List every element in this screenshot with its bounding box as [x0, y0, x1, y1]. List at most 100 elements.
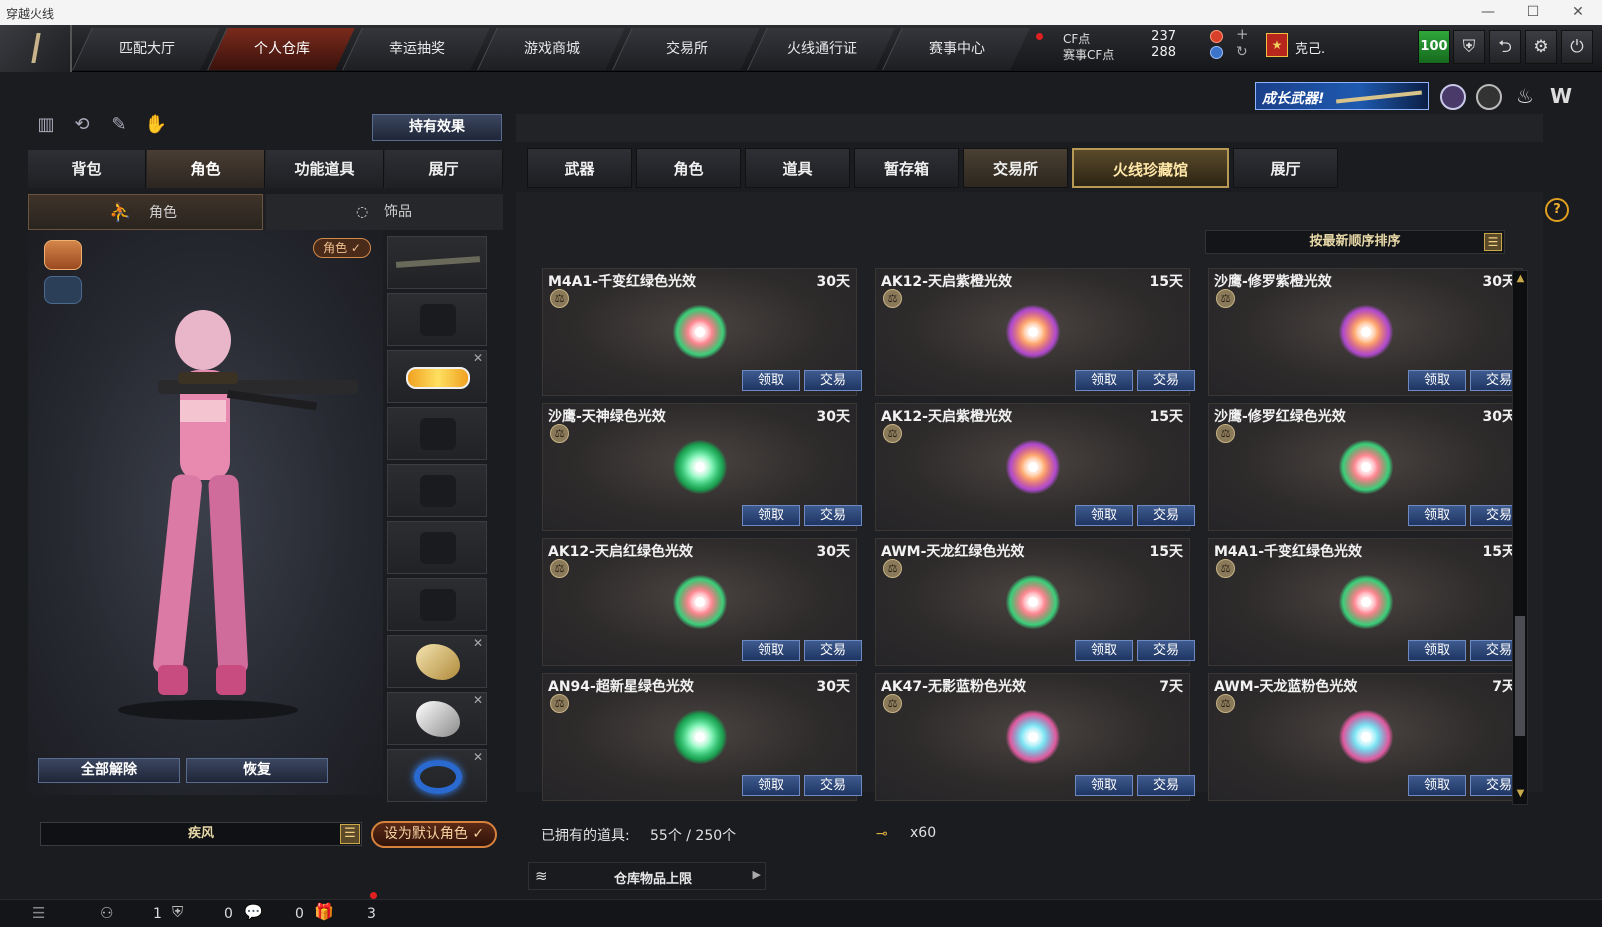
nav-tab-shop[interactable]: 游戏商城 — [477, 28, 625, 70]
slot-backpack[interactable] — [387, 464, 487, 517]
item-card[interactable]: AWM-天龙红绿色光效 15天 ⚖ 领取 交易 — [875, 538, 1195, 666]
nav-tab-events[interactable]: 赛事中心 — [882, 28, 1030, 70]
slot-helmet[interactable] — [387, 293, 487, 346]
item-card[interactable]: AK12-天启紫橙光效 15天 ⚖ 领取 交易 — [875, 268, 1195, 396]
slot-remove-icon[interactable]: ✕ — [473, 351, 483, 365]
tab-showroom[interactable]: 展厅 — [385, 150, 503, 188]
tab-storage-box[interactable]: 暂存箱 — [854, 148, 959, 188]
tab-characters[interactable]: 角色 — [636, 148, 741, 188]
minimize-icon[interactable]: — — [1470, 2, 1506, 22]
tab-functional-items[interactable]: 功能道具 — [266, 150, 384, 188]
tab-weapons[interactable]: 武器 — [527, 148, 632, 188]
set-default-character-button[interactable]: 设为默认角色 ✓ — [371, 821, 497, 848]
warehouse-capacity-button[interactable]: ≋ 仓库物品上限 ▶ — [528, 862, 766, 890]
trade-button[interactable]: 交易 — [1137, 370, 1195, 391]
close-icon[interactable]: ✕ — [1560, 2, 1596, 22]
slot-vest[interactable] — [387, 407, 487, 460]
character-edit-icon[interactable]: ✎ — [106, 114, 132, 140]
nav-tab-battle-pass[interactable]: 火线通行证 — [747, 28, 895, 70]
item-card[interactable]: AK47-无影蓝粉色光效 7天 ⚖ 领取 交易 — [875, 673, 1195, 801]
scroll-up-icon[interactable]: ▲ — [1515, 273, 1526, 287]
power-icon[interactable]: ⏻ — [1561, 30, 1593, 64]
tab-showroom-right[interactable]: 展厅 — [1233, 148, 1338, 188]
claim-button[interactable]: 领取 — [1075, 505, 1133, 526]
item-card[interactable]: 沙鹰-修罗红绿色光效 30天 ⚖ 领取 交易 — [1208, 403, 1528, 531]
nav-tab-lucky-draw[interactable]: 幸运抽奖 — [342, 28, 490, 70]
tab-items[interactable]: 道具 — [745, 148, 850, 188]
gem-icon[interactable] — [1440, 84, 1466, 110]
history-icon[interactable]: ⟲ — [69, 114, 95, 140]
claim-button[interactable]: 领取 — [1408, 505, 1466, 526]
item-card[interactable]: 沙鹰-修罗紫橙光效 30天 ⚖ 领取 交易 — [1208, 268, 1528, 396]
vip-icon[interactable]: W — [1548, 84, 1574, 110]
claim-button[interactable]: 领取 — [1408, 775, 1466, 796]
tab-collection-hall[interactable]: 火线珍藏馆 — [1072, 148, 1229, 188]
trade-button[interactable]: 交易 — [804, 640, 862, 661]
slot-pendant-silver[interactable]: ✕ — [387, 692, 487, 745]
item-scrollbar[interactable]: ▲ ▼ — [1512, 270, 1528, 805]
maximize-icon[interactable]: ☐ — [1515, 2, 1551, 22]
clan-shield-icon[interactable]: ⛨ — [172, 903, 183, 921]
slot-remove-icon[interactable]: ✕ — [473, 750, 483, 764]
slot-primary-weapon[interactable] — [387, 236, 487, 289]
scroll-down-icon[interactable]: ▼ — [1515, 788, 1526, 802]
level-indicator[interactable]: 100 — [1418, 30, 1450, 64]
menu-list-icon[interactable]: ☰ — [340, 824, 360, 844]
scroll-thumb[interactable] — [1515, 616, 1525, 736]
friends-icon[interactable]: ⚇ — [100, 904, 113, 922]
stats-icon[interactable]: ▥ — [33, 114, 59, 140]
item-card[interactable]: AK12-天启红绿色光效 30天 ⚖ 领取 交易 — [542, 538, 862, 666]
slot-goggles[interactable]: ✕ — [387, 350, 487, 403]
growth-weapon-banner[interactable]: 成长武器! — [1255, 82, 1429, 110]
claim-button[interactable]: 领取 — [742, 640, 800, 661]
shield-icon[interactable]: ⛨ — [1453, 30, 1485, 64]
item-card[interactable]: M4A1-千变红绿色光效 30天 ⚖ 领取 交易 — [542, 268, 862, 396]
item-card[interactable]: 沙鹰-天神绿色光效 30天 ⚖ 领取 交易 — [542, 403, 862, 531]
claim-button[interactable]: 领取 — [742, 505, 800, 526]
item-card[interactable]: AN94-超新星绿色光效 30天 ⚖ 领取 交易 — [542, 673, 862, 801]
refresh-icon[interactable]: ↻ — [1236, 44, 1248, 60]
trade-button[interactable]: 交易 — [1137, 505, 1195, 526]
trade-button[interactable]: 交易 — [804, 505, 862, 526]
unequip-all-button[interactable]: 全部解除 — [38, 758, 180, 783]
claim-button[interactable]: 领取 — [1075, 370, 1133, 391]
trade-button[interactable]: 交易 — [804, 775, 862, 796]
list-icon[interactable]: ☰ — [32, 904, 45, 922]
claim-button[interactable]: 领取 — [742, 370, 800, 391]
nav-tab-exchange[interactable]: 交易所 — [612, 28, 760, 70]
globe-icon[interactable] — [1476, 84, 1502, 110]
nav-tab-warehouse[interactable]: 个人仓库 — [207, 28, 355, 70]
exit-room-icon[interactable]: ⮌ — [1489, 30, 1521, 64]
chat-icon[interactable]: 💬 — [244, 903, 263, 921]
hand-icon[interactable]: ✋ — [143, 114, 169, 140]
restore-button[interactable]: 恢复 — [186, 758, 328, 783]
sort-dropdown[interactable]: 按最新顺序排序 ☰ — [1205, 230, 1505, 254]
trade-button[interactable]: 交易 — [1137, 640, 1195, 661]
slot-remove-icon[interactable]: ✕ — [473, 636, 483, 650]
slot-bracelet[interactable]: ✕ — [387, 749, 487, 802]
subtab-character[interactable]: ⛹ 角色 — [28, 194, 263, 230]
game-logo[interactable] — [0, 25, 72, 72]
plus-icon[interactable]: + — [1236, 25, 1249, 43]
slot-remove-icon[interactable]: ✕ — [473, 693, 483, 707]
nav-tab-match-lobby[interactable]: 匹配大厅 — [72, 28, 220, 70]
claim-button[interactable]: 领取 — [1075, 775, 1133, 796]
trade-button[interactable]: 交易 — [804, 370, 862, 391]
username[interactable]: 克己. — [1295, 38, 1325, 57]
item-card[interactable]: AK12-天启紫橙光效 15天 ⚖ 领取 交易 — [875, 403, 1195, 531]
slot-pants[interactable] — [387, 578, 487, 631]
gift-icon[interactable]: 🎁 — [314, 902, 334, 921]
holding-effects-button[interactable]: 持有效果 — [372, 114, 502, 141]
subtab-accessories[interactable]: ◌ 饰品 — [266, 194, 503, 230]
item-card[interactable]: AWM-天龙蓝粉色光效 7天 ⚖ 领取 交易 — [1208, 673, 1528, 801]
tab-character[interactable]: 角色 — [147, 150, 265, 188]
tab-backpack[interactable]: 背包 — [28, 150, 146, 188]
character-name-field[interactable]: 疾风 — [40, 822, 362, 846]
slot-pendant-gold[interactable]: ✕ — [387, 635, 487, 688]
tab-exchange[interactable]: 交易所 — [963, 148, 1068, 188]
claim-button[interactable]: 领取 — [742, 775, 800, 796]
eagle-class-icon[interactable] — [44, 276, 82, 304]
claim-button[interactable]: 领取 — [1408, 640, 1466, 661]
gift-bag-icon[interactable]: ♨ — [1512, 84, 1538, 110]
claim-button[interactable]: 领取 — [1075, 640, 1133, 661]
